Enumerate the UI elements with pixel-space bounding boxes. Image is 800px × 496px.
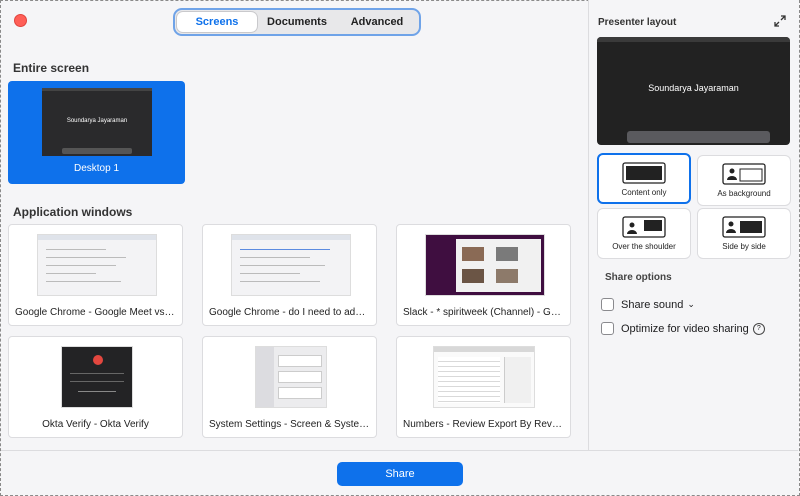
optimize-video-label: Optimize for video sharing <box>621 322 749 335</box>
layout-side-by-side[interactable]: Side by side <box>697 208 791 259</box>
layout-label: As background <box>717 189 771 198</box>
tab-documents[interactable]: Documents <box>257 12 337 32</box>
preview-name: Soundarya Jayaraman <box>648 83 739 93</box>
share-sound-checkbox[interactable] <box>601 298 614 311</box>
app-window-label: System Settings - Screen & System... <box>209 419 370 430</box>
layout-content-only[interactable]: Content only <box>597 153 691 204</box>
share-sound-row[interactable]: Share sound ⌄ <box>601 298 695 311</box>
presenter-panel: Presenter layout Soundarya Jayaraman Con… <box>588 0 799 450</box>
chrome-thumbnail <box>37 234 157 296</box>
help-icon[interactable]: ? <box>752 322 765 335</box>
presenter-layout-title: Presenter layout <box>598 17 677 28</box>
app-window-label: Okta Verify - Okta Verify <box>42 419 149 430</box>
desktop-1-card[interactable]: Soundarya Jayaraman Desktop 1 <box>8 81 185 184</box>
expand-icon[interactable] <box>774 15 786 27</box>
share-sound-label: Share sound <box>621 298 684 311</box>
share-options-title: Share options <box>605 272 672 283</box>
share-button[interactable]: Share <box>337 462 463 486</box>
entire-screen-heading: Entire screen <box>13 61 90 75</box>
as-background-icon <box>722 163 766 185</box>
footer-bar: Share <box>1 450 798 495</box>
app-window-label: Google Chrome - do I need to add al... <box>209 307 370 318</box>
over-the-shoulder-icon <box>622 216 666 238</box>
app-window-chrome-add[interactable]: Google Chrome - do I need to add al... <box>202 224 377 326</box>
close-window-button[interactable] <box>14 14 27 27</box>
numbers-thumbnail <box>433 346 535 408</box>
tab-screens[interactable]: Screens <box>177 12 257 32</box>
app-window-okta[interactable]: Okta Verify - Okta Verify <box>8 336 183 438</box>
desktop-label: Desktop 1 <box>73 163 120 174</box>
layout-label: Over the shoulder <box>612 242 676 251</box>
layout-label: Side by side <box>722 242 766 251</box>
app-window-label: Slack - * spiritweek (Channel) - G2 -... <box>403 307 564 318</box>
app-window-chrome-meet[interactable]: Google Chrome - Google Meet vs Z... <box>8 224 183 326</box>
tab-advanced[interactable]: Advanced <box>337 12 417 32</box>
share-type-tabs: Screens Documents Advanced <box>173 8 421 36</box>
app-window-numbers[interactable]: Numbers - Review Export By Review... <box>396 336 571 438</box>
layout-as-background[interactable]: As background <box>697 155 791 206</box>
chevron-down-icon[interactable]: ⌄ <box>687 299 695 310</box>
app-window-slack[interactable]: Slack - * spiritweek (Channel) - G2 -... <box>396 224 571 326</box>
okta-thumbnail <box>61 346 133 408</box>
app-window-label: Numbers - Review Export By Review... <box>403 419 564 430</box>
slack-thumbnail <box>425 234 545 296</box>
settings-thumbnail <box>255 346 327 408</box>
chrome-thumbnail <box>231 234 351 296</box>
desktop-thumb-name: Soundarya Jayaraman <box>66 118 128 124</box>
app-window-label: Google Chrome - Google Meet vs Z... <box>15 307 176 318</box>
side-by-side-icon <box>722 216 766 238</box>
layout-label: Content only <box>621 188 667 197</box>
application-windows-heading: Application windows <box>13 205 133 219</box>
presenter-preview: Soundarya Jayaraman <box>597 37 790 145</box>
app-window-system-settings[interactable]: System Settings - Screen & System... <box>202 336 377 438</box>
layout-over-the-shoulder[interactable]: Over the shoulder <box>597 208 691 259</box>
optimize-video-row[interactable]: Optimize for video sharing ? <box>601 322 765 335</box>
desktop-thumbnail: Soundarya Jayaraman <box>42 88 152 156</box>
content-only-icon <box>622 162 666 184</box>
optimize-video-checkbox[interactable] <box>601 322 614 335</box>
